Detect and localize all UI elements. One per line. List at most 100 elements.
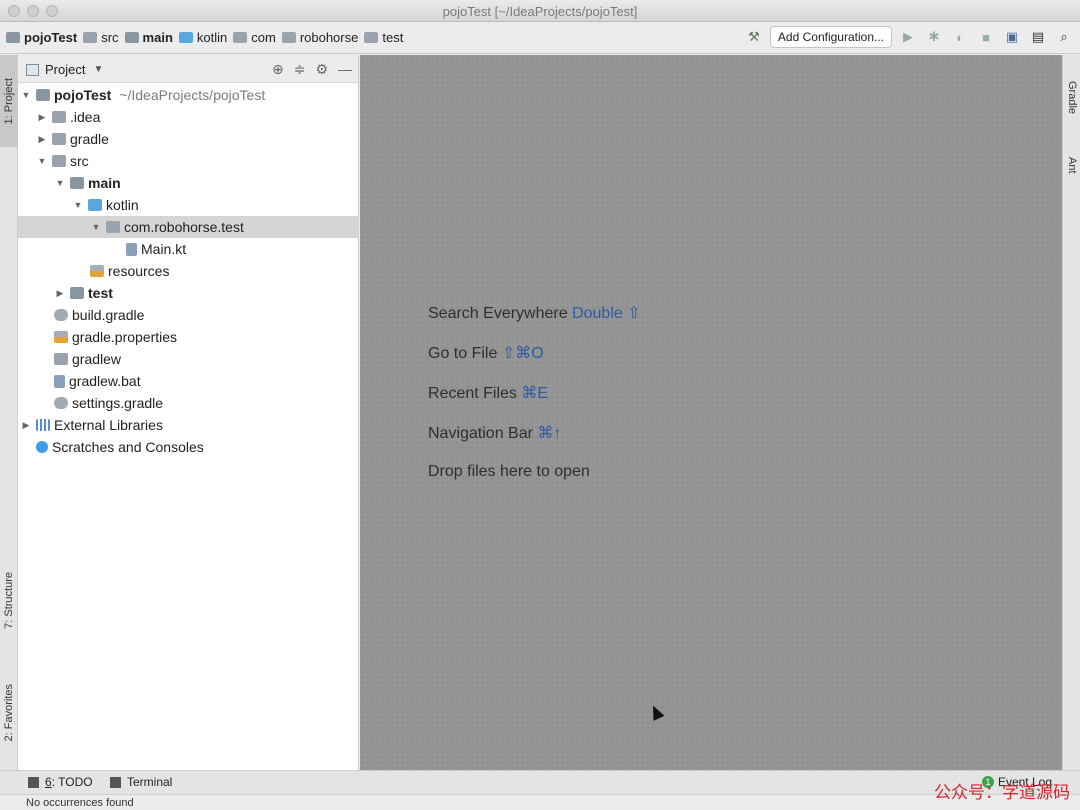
tree-item-gradlew[interactable]: gradlew: [18, 348, 359, 370]
text-file-icon: [54, 374, 65, 388]
resources-folder-icon: [90, 265, 104, 277]
expanded-arrow-icon[interactable]: ▼: [90, 222, 102, 232]
tree-item-scratches[interactable]: Scratches and Consoles: [18, 436, 359, 458]
search-icon[interactable]: ⌕: [1054, 27, 1074, 47]
expanded-arrow-icon[interactable]: ▼: [54, 178, 66, 188]
tree-item-gradle-properties[interactable]: gradle.properties: [18, 326, 359, 348]
title-bar: pojoTest [~/IdeaProjects/pojoTest]: [0, 0, 1080, 22]
package-icon: [106, 221, 120, 233]
tree-item-pojotest[interactable]: ▼ pojoTest ~/IdeaProjects/pojoTest: [18, 84, 359, 106]
watermark-text: 公众号：字道源码: [934, 783, 1070, 803]
project-folder-icon: [6, 32, 20, 43]
project-panel: Project ▼ ⊕ ≑ ⚙ — ▼ pojoTest ~/IdeaProje…: [18, 55, 359, 770]
project-panel-header: Project ▼ ⊕ ≑ ⚙ —: [18, 55, 358, 83]
breadcrumb-item-robohorse[interactable]: robohorse: [281, 30, 358, 45]
tree-item-src[interactable]: ▼ src: [18, 150, 359, 172]
window-title: pojoTest [~/IdeaProjects/pojoTest]: [442, 4, 638, 19]
tree-item-main-kt[interactable]: Main.kt: [18, 238, 359, 260]
tree-item-gradlew-bat[interactable]: gradlew.bat: [18, 370, 359, 392]
tab-ant[interactable]: Ant: [1063, 140, 1080, 190]
tree-item-gradle[interactable]: ▶ gradle: [18, 128, 359, 150]
locate-icon[interactable]: ⊕: [272, 61, 284, 78]
kotlin-file-icon: [126, 242, 137, 256]
coverage-icon[interactable]: ◐: [950, 27, 970, 47]
tab-terminal[interactable]: Terminal: [110, 775, 172, 789]
collapsed-arrow-icon[interactable]: ▶: [20, 420, 32, 431]
expanded-arrow-icon[interactable]: ▼: [20, 90, 32, 100]
package-icon: [364, 32, 379, 43]
library-icon: [36, 419, 50, 431]
hint-go-to-file: Go to File ⇧⌘O: [428, 345, 544, 362]
project-folder-icon: [36, 89, 50, 101]
hint-search-everywhere: Search Everywhere Double ⇧: [428, 305, 641, 322]
folder-icon: [52, 111, 66, 123]
tree-item-resources[interactable]: resources: [18, 260, 359, 282]
breadcrumb-item-src[interactable]: src: [83, 30, 119, 45]
source-root-folder-icon: [70, 177, 84, 189]
gradle-elephant-icon: [54, 397, 68, 409]
bottom-tool-bar: 6: TODO Terminal 1 Event Log: [0, 770, 1080, 794]
expanded-arrow-icon[interactable]: ▼: [72, 200, 84, 210]
right-tool-strip: Gradle Ant: [1062, 55, 1080, 770]
source-root-folder-icon: [124, 32, 139, 43]
shell-script-icon: [54, 353, 68, 365]
hint-drop-files: Drop files here to open: [428, 463, 590, 480]
tree-item-test[interactable]: ▶ test: [18, 282, 359, 304]
tab-gradle[interactable]: Gradle: [1063, 63, 1080, 133]
collapsed-arrow-icon[interactable]: ▶: [36, 134, 48, 145]
project-view-selector[interactable]: Project ▼: [26, 62, 103, 77]
tab-structure[interactable]: 7: Structure: [0, 550, 18, 650]
collapsed-arrow-icon[interactable]: ▶: [36, 112, 48, 123]
project-panel-tools: ⊕ ≑ ⚙ —: [272, 61, 352, 78]
package-icon: [281, 32, 296, 43]
hide-icon[interactable]: —: [338, 61, 352, 78]
gradle-elephant-icon: [54, 309, 68, 321]
tree-item-build-gradle[interactable]: build.gradle: [18, 304, 359, 326]
tab-project[interactable]: 1: Project: [0, 55, 18, 147]
tree-item-main[interactable]: ▼ main: [18, 172, 359, 194]
left-tool-strip: 1: Project 7: Structure 2: Favorites: [0, 55, 18, 770]
tree-item-external-libraries[interactable]: ▶ External Libraries: [18, 414, 359, 436]
mouse-cursor-icon: [647, 703, 665, 721]
collapsed-arrow-icon[interactable]: ▶: [54, 288, 66, 299]
debug-icon[interactable]: ✱: [924, 27, 944, 47]
tree-item-settings-gradle[interactable]: settings.gradle: [18, 392, 359, 414]
todo-list-icon: [28, 776, 39, 788]
folder-icon: [83, 32, 98, 43]
tree-item-kotlin[interactable]: ▼ kotlin: [18, 194, 359, 216]
add-configuration-button[interactable]: Add Configuration...: [769, 26, 892, 48]
collapse-all-icon[interactable]: ≑: [294, 61, 306, 78]
breadcrumb: pojoTest src main kotlin com robohorse t…: [6, 30, 409, 45]
breadcrumb-item-pojotest[interactable]: pojoTest: [6, 30, 77, 45]
navigation-bar: pojoTest src main kotlin com robohorse t…: [0, 22, 1080, 54]
package-icon: [233, 32, 248, 43]
breadcrumb-item-com[interactable]: com: [233, 30, 276, 45]
terminal-icon: [110, 776, 121, 788]
editor-empty-area[interactable]: Search Everywhere Double ⇧ Go to File ⇧⌘…: [360, 55, 1062, 770]
terminal-toggle-icon[interactable]: ▤: [1028, 27, 1048, 47]
tree-item-idea[interactable]: ▶ .idea: [18, 106, 359, 128]
breadcrumb-item-kotlin[interactable]: kotlin: [178, 30, 227, 45]
status-message: No occurrences found: [26, 797, 134, 809]
run-icon[interactable]: ▶: [898, 27, 918, 47]
project-view-icon: [26, 63, 39, 76]
gear-icon[interactable]: ⚙: [315, 61, 328, 78]
source-folder-icon: [88, 199, 102, 211]
tab-todo[interactable]: 6: TODO: [28, 775, 93, 789]
folder-icon: [52, 133, 66, 145]
folder-icon: [52, 155, 66, 167]
run-toolbar: ⚒ Add Configuration... ▶ ✱ ◐ ■ ▣ ▤ ⌕: [744, 26, 1074, 48]
source-folder-icon: [178, 32, 193, 43]
tab-favorites[interactable]: 2: Favorites: [0, 663, 18, 763]
breadcrumb-item-main[interactable]: main: [124, 30, 173, 45]
tree-item-package[interactable]: ▼ com.robohorse.test: [18, 216, 359, 238]
project-structure-icon[interactable]: ▣: [1002, 27, 1022, 47]
breadcrumb-item-test[interactable]: test: [364, 30, 403, 45]
stop-icon[interactable]: ■: [976, 27, 996, 47]
expanded-arrow-icon[interactable]: ▼: [36, 156, 48, 166]
editor-hints: Search Everywhere Double ⇧ Go to File ⇧⌘…: [428, 303, 641, 503]
hint-navigation-bar: Navigation Bar ⌘↑: [428, 425, 562, 442]
build-hammer-icon[interactable]: ⚒: [744, 27, 764, 47]
scratches-icon: [36, 441, 48, 453]
test-folder-icon: [70, 287, 84, 299]
